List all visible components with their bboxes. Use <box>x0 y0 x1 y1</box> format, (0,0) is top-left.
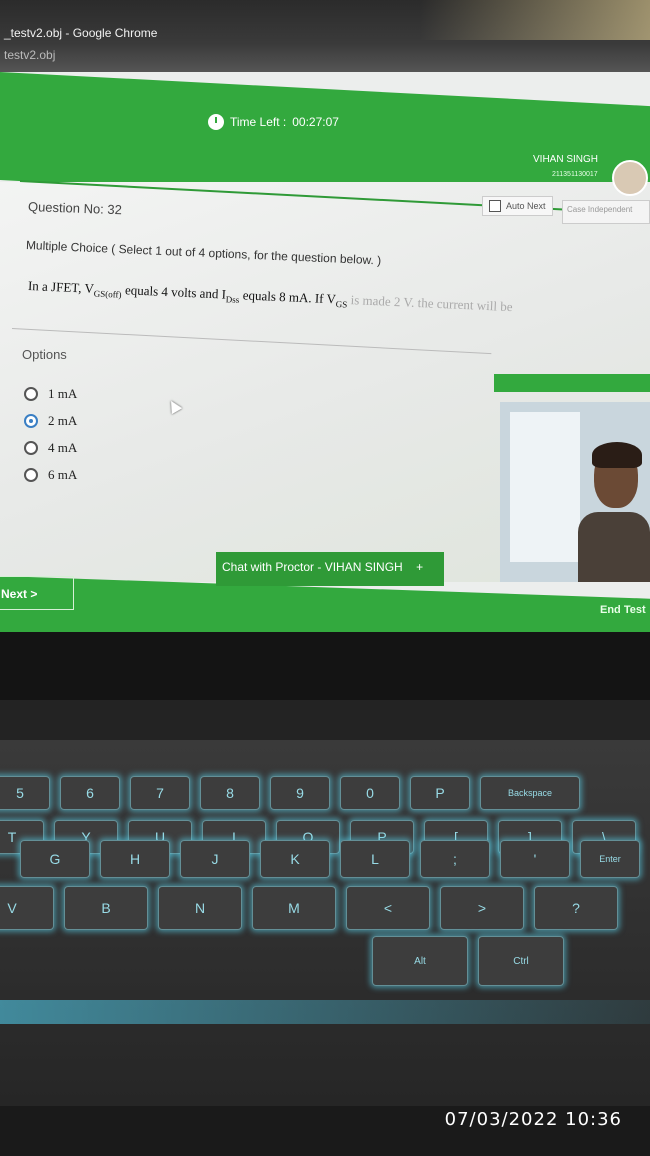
chat-label: Chat with Proctor - VIHAN SINGH <box>222 560 403 574</box>
backspace-key[interactable]: Backspace <box>480 776 580 810</box>
key[interactable]: N <box>158 886 242 930</box>
key[interactable]: < <box>346 886 430 930</box>
key[interactable]: 0 <box>340 776 400 810</box>
key[interactable]: J <box>180 840 250 878</box>
keyboard-row-3: G H J K L ; ' Enter <box>20 840 640 878</box>
webcam-window-background <box>510 412 580 562</box>
screen-bezel <box>0 632 650 702</box>
ctrl-key[interactable]: Ctrl <box>478 936 564 986</box>
laptop-screen: _testv2.obj - Google Chrome testv2.obj T… <box>0 0 650 640</box>
radio-button[interactable] <box>24 468 38 482</box>
proctor-video-header <box>494 374 650 392</box>
key[interactable]: B <box>64 886 148 930</box>
keyboard-row-5: Alt Ctrl <box>372 936 564 986</box>
radio-button-selected[interactable] <box>24 414 38 428</box>
keyboard-backlight-strip <box>0 1000 650 1024</box>
webcam-person-body <box>578 512 650 582</box>
clock-icon <box>208 114 224 130</box>
alt-key[interactable]: Alt <box>372 936 468 986</box>
keyboard-row-4: V B N M < > ? <box>0 886 618 930</box>
key[interactable]: > <box>440 886 524 930</box>
key[interactable]: ; <box>420 840 490 878</box>
proctor-webcam-feed <box>500 402 650 582</box>
chat-with-proctor-button[interactable]: Chat with Proctor - VIHAN SINGH + <box>216 552 444 586</box>
laptop-hinge <box>0 700 650 740</box>
browser-tab[interactable]: testv2.obj <box>4 48 55 62</box>
question-sub-2: Dss <box>225 294 240 305</box>
key[interactable]: M <box>252 886 336 930</box>
question-part-2: equals 4 volts and I <box>121 282 227 302</box>
option-label: 4 mA <box>48 440 78 455</box>
option-label: 6 mA <box>48 467 78 482</box>
options-heading: Options <box>22 347 67 362</box>
auto-next-label: Auto Next <box>506 201 546 211</box>
key[interactable]: 6 <box>60 776 120 810</box>
timer: Time Left : 00:27:07 <box>208 114 339 130</box>
auto-next-toggle[interactable]: Auto Next <box>482 196 553 216</box>
key[interactable]: 9 <box>270 776 330 810</box>
option-3[interactable]: 4 mA <box>24 440 77 456</box>
option-1[interactable]: 1 mA <box>24 386 77 402</box>
candidate-id: 211351130017 <box>552 171 598 178</box>
key[interactable]: 8 <box>200 776 260 810</box>
question-sub-3: GS <box>335 299 348 310</box>
browser-title-bar: _testv2.obj - Google Chrome testv2.obj <box>0 0 650 72</box>
question-part-1: In a JFET, V <box>27 278 95 296</box>
timer-value: 00:27:07 <box>292 115 339 129</box>
key[interactable]: 5 <box>0 776 50 810</box>
question-part-3: equals 8 mA. If V <box>239 287 337 307</box>
key[interactable]: ' <box>500 840 570 878</box>
radio-button[interactable] <box>24 441 38 455</box>
enter-key[interactable]: Enter <box>580 840 640 878</box>
option-2[interactable]: 2 mA <box>24 413 77 429</box>
ceiling-light-glare <box>420 0 650 40</box>
key[interactable]: P <box>410 776 470 810</box>
option-4[interactable]: 6 mA <box>24 467 77 483</box>
language-select[interactable]: Case Independent <box>562 200 650 224</box>
key[interactable]: V <box>0 886 54 930</box>
key[interactable]: H <box>100 840 170 878</box>
keyboard-row-1: 5 6 7 8 9 0 P Backspace <box>0 776 580 810</box>
end-test-button[interactable]: End Test <box>600 604 646 616</box>
key[interactable]: K <box>260 840 330 878</box>
auto-next-checkbox[interactable] <box>489 200 501 212</box>
chat-plus-icon: + <box>416 560 424 574</box>
key[interactable]: ? <box>534 886 618 930</box>
key[interactable]: 7 <box>130 776 190 810</box>
avatar <box>612 160 648 196</box>
question-sub-1: GS(off) <box>93 288 122 300</box>
next-button[interactable]: Next > <box>0 576 74 610</box>
webcam-person-hair <box>592 442 642 468</box>
option-label: 2 mA <box>48 413 78 428</box>
window-title: _testv2.obj - Google Chrome <box>4 26 158 40</box>
photo-timestamp: 07/03/2022 10:36 <box>444 1109 622 1130</box>
key[interactable]: L <box>340 840 410 878</box>
key[interactable]: G <box>20 840 90 878</box>
timer-label: Time Left : <box>230 115 287 129</box>
option-label: 1 mA <box>48 386 78 401</box>
radio-button[interactable] <box>24 387 38 401</box>
candidate-name: VIHAN SINGH <box>533 154 599 165</box>
